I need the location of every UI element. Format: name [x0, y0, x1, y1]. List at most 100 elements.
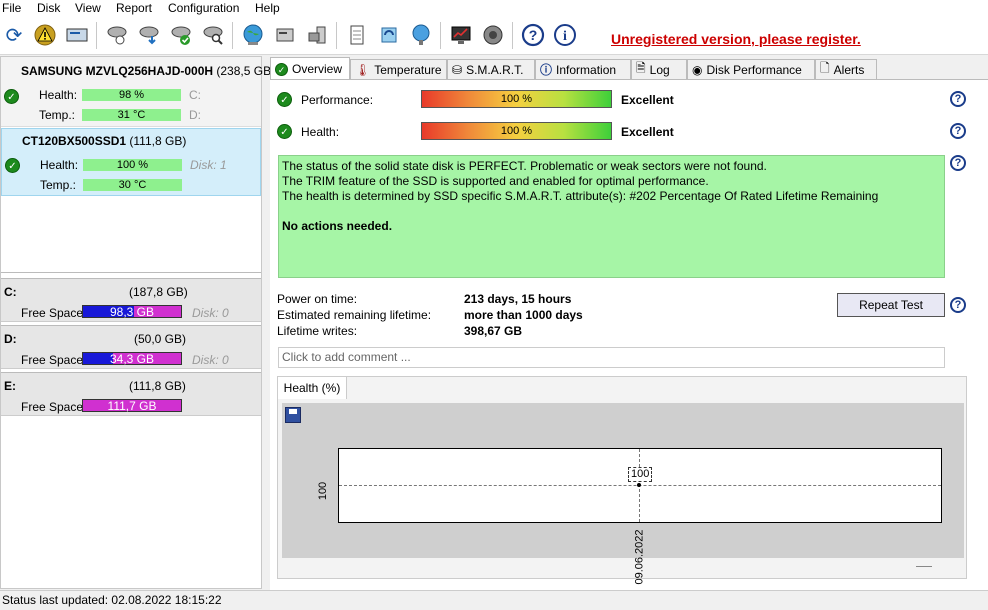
status-ok-icon: ✓ — [4, 89, 19, 104]
tab-label: Disk Performance — [706, 62, 802, 77]
drive-letter: D: — [189, 108, 201, 122]
tab-label: Alerts — [833, 62, 865, 77]
toolbar-separator — [232, 22, 233, 49]
disk-item-crucial[interactable]: CT120BX500SSD1 (111,8 GB) ✓ Health: 100 … — [1, 128, 261, 196]
info-icon: ⓘ — [540, 63, 553, 77]
tab-health-chart[interactable]: Health (%) — [278, 377, 347, 399]
disk-number: Disk: 0 — [192, 353, 229, 367]
free-space-value: 34,3 GB — [109, 352, 155, 366]
lifetime-writes-label: Lifetime writes: — [277, 324, 358, 338]
disk-scan-icon[interactable] — [104, 22, 130, 48]
menu-file[interactable]: File — [2, 1, 21, 15]
menu-help[interactable]: Help — [255, 1, 280, 15]
remaining-lifetime-value: more than 1000 days — [464, 308, 583, 322]
sync-icon[interactable] — [376, 22, 402, 48]
status-ok-icon: ✓ — [5, 158, 20, 173]
resize-handle[interactable] — [916, 566, 932, 567]
server-icon[interactable] — [272, 22, 298, 48]
temp-label: Temp.: — [40, 178, 77, 192]
temp-value: 31 °C — [82, 109, 181, 121]
temp-label: Temp.: — [39, 108, 76, 122]
thermometer-icon: 🌡 — [355, 62, 371, 77]
help-icon[interactable]: ? — [520, 22, 546, 48]
monitor-chart-icon[interactable] — [448, 22, 474, 48]
toolbar-separator — [96, 22, 97, 49]
volume-item-e[interactable]: E: (111,8 GB) Free Space 111,7 GB — [1, 372, 261, 416]
repeat-test-button[interactable]: Repeat Test — [837, 293, 945, 317]
status-line: The TRIM feature of the SSD is supported… — [282, 174, 709, 188]
disk-search-icon[interactable] — [200, 22, 226, 48]
menu-configuration[interactable]: Configuration — [168, 1, 239, 15]
data-label: 100 — [628, 467, 653, 482]
volume-item-d[interactable]: D: (50,0 GB) Free Space 34,3 GB Disk: 0 — [1, 325, 261, 369]
performance-label: Performance: — [301, 93, 374, 107]
volume-size: (111,8 GB) — [129, 379, 186, 393]
tab-overview[interactable]: ✓ Overview — [270, 57, 350, 80]
status-message-box: The status of the solid state disk is PE… — [278, 155, 945, 278]
status-bar: Status last updated: 02.08.2022 18:15:22 — [0, 590, 988, 609]
disk-name: CT120BX500SSD1 (111,8 GB) — [22, 134, 187, 148]
tab-log[interactable]: 🗎 Log — [631, 59, 687, 79]
health-bar: 100 % — [421, 122, 612, 140]
disk-item-samsung[interactable]: SAMSUNG MZVLQ256HAJD-000H (238,5 GB) ✓ H… — [1, 57, 275, 127]
document-icon: 🗎 — [636, 61, 646, 75]
tab-smart[interactable]: ⛁ S.M.A.R.T. — [447, 59, 535, 79]
document-icon[interactable] — [344, 22, 370, 48]
remaining-lifetime-label: Estimated remaining lifetime: — [277, 308, 432, 322]
help-icon[interactable]: ? — [950, 155, 966, 171]
temp-value: 30 °C — [83, 179, 182, 191]
overview-panel: ✓ Performance: 100 % Excellent ? ✓ Healt… — [270, 79, 988, 590]
free-space-label: Free Space — [21, 400, 84, 414]
lifetime-writes-value: 398,67 GB — [464, 324, 523, 338]
info-icon[interactable]: i — [552, 22, 578, 48]
tab-label: S.M.A.R.T. — [466, 62, 524, 77]
volume-size: (50,0 GB) — [134, 332, 187, 346]
volume-letter: C: — [4, 285, 17, 299]
computer-icon[interactable] — [304, 22, 330, 48]
free-space-label: Free Space — [21, 306, 84, 320]
menu-view[interactable]: View — [75, 1, 101, 15]
gauge-icon: ◉ — [692, 62, 703, 77]
volume-letter: D: — [4, 332, 17, 346]
help-icon[interactable]: ? — [950, 123, 966, 139]
tab-alerts[interactable]: 🗋 Alerts — [815, 59, 877, 79]
register-link[interactable]: Unregistered version, please register. — [611, 31, 861, 47]
disk-check-icon[interactable] — [168, 22, 194, 48]
volume-item-c[interactable]: C: (187,8 GB) Free Space 98,3 GB Disk: 0 — [1, 278, 261, 322]
refresh-icon[interactable]: ⟳ — [1, 22, 27, 48]
save-icon[interactable] — [285, 407, 301, 423]
health-label: Health: — [301, 125, 340, 139]
free-space-label: Free Space — [21, 353, 84, 367]
free-space-bar: 98,3 GB — [82, 305, 182, 318]
speaker-icon[interactable] — [480, 22, 506, 48]
disk-download-icon[interactable] — [136, 22, 162, 48]
y-tick-label: 100 — [317, 481, 330, 501]
globe-icon[interactable] — [240, 22, 266, 48]
volume-size: (187,8 GB) — [129, 285, 188, 299]
tab-disk-performance[interactable]: ◉ Disk Performance — [687, 59, 815, 79]
tab-label: Overview — [292, 62, 343, 76]
tab-temperature[interactable]: 🌡 Temperature — [350, 59, 447, 79]
svg-text:i: i — [563, 29, 567, 44]
free-space-bar: 111,7 GB — [82, 399, 182, 412]
menu-bar: File Disk View Report Configuration Help — [0, 0, 988, 17]
tab-information[interactable]: ⓘ Information — [535, 59, 631, 79]
menu-report[interactable]: Report — [116, 1, 152, 15]
menu-disk[interactable]: Disk — [37, 1, 60, 15]
chart-background: 100 100 09.06.2022 — [282, 403, 964, 585]
help-icon[interactable]: ? — [950, 297, 966, 313]
drive-icon[interactable] — [64, 22, 90, 48]
help-icon[interactable]: ? — [950, 91, 966, 107]
drive-letter: C: — [189, 88, 201, 102]
disk-list-panel: SAMSUNG MZVLQ256HAJD-000H (238,5 GB) ✓ H… — [0, 56, 275, 589]
tab-label: Information — [556, 62, 617, 77]
tab-label: Log — [649, 62, 670, 77]
data-point — [637, 483, 641, 487]
status-line: The health is determined by SSD specific… — [282, 189, 879, 203]
network-globe-icon[interactable] — [408, 22, 434, 48]
toolbar-separator — [440, 22, 441, 49]
warning-icon[interactable] — [32, 22, 58, 48]
comment-input[interactable]: Click to add comment ... — [278, 347, 945, 368]
health-value: 98 % — [82, 89, 181, 101]
health-value: 100 % — [83, 159, 182, 171]
